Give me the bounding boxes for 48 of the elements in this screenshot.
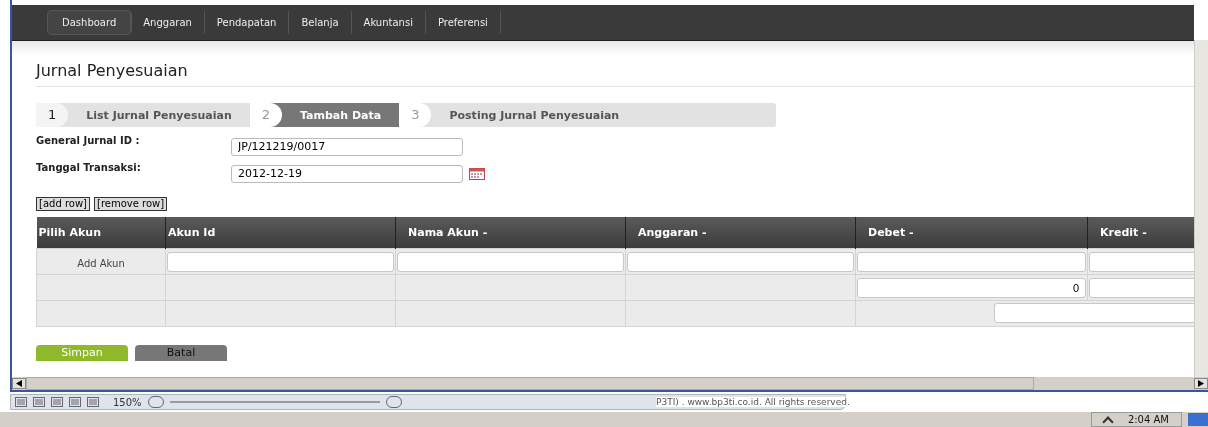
input-field[interactable] [857,251,1086,272]
input-field[interactable] [1089,277,1194,298]
input-field[interactable] [167,251,394,272]
wizard-step[interactable]: 2 Tambah Data [249,103,400,127]
footer-text: P3TI) . www.bp3ti.co.id. All rights reserved. [656,397,850,408]
step-label: List Jurnal Penyesuaian [85,108,232,122]
column-header[interactable]: Nama Akun - [395,217,626,248]
scroll-left-icon[interactable] [12,378,26,390]
zoom-level: 150% [113,396,142,408]
step-number: 1 [36,103,69,127]
input-field[interactable]: JP/121219/0017 [231,137,463,156]
layout-icon[interactable] [15,397,27,408]
column-header[interactable]: Kredit - [1087,217,1194,248]
row-action-button[interactable]: [remove row] [94,197,168,211]
vertical-scrollbar[interactable] [1194,40,1208,378]
step-number: 3 [399,103,432,127]
wizard-step[interactable]: 1 List Jurnal Penyesuaian [36,103,250,127]
calendar-icon[interactable] [469,167,485,180]
input-field[interactable] [627,251,854,272]
nav-tab[interactable]: Pendapatan [204,11,290,34]
scroll-right-icon[interactable] [1194,378,1208,390]
add-account-link[interactable]: Add Akun [77,257,125,269]
input-field[interactable]: 0 [857,277,1086,298]
nav-tab[interactable]: Akuntansi [351,11,426,34]
input-field[interactable] [994,303,1194,323]
field-label: Tanggal Transaksi: [36,161,142,173]
column-header[interactable]: Akun Id [165,217,396,248]
wizard-step[interactable]: 3 Posting Jurnal Penyesuaian [399,103,638,127]
field-label: General Jurnal ID : [36,134,141,146]
nav-tab[interactable]: Belanja [289,11,352,34]
step-label: Posting Jurnal Penyesuaian [448,108,620,122]
page-title: Jurnal Penyesuaian [36,61,1194,87]
row-action-button[interactable]: [add row] [36,197,90,211]
input-field[interactable] [397,251,624,272]
horizontal-scrollbar[interactable] [10,377,1208,393]
clock: 2:04 AM [1127,414,1169,425]
input-field[interactable] [1089,251,1194,272]
input-field[interactable]: 2012-12-19 [231,164,463,183]
column-header[interactable]: Debet - [855,217,1088,248]
nav-tab[interactable]: Preferensi [425,11,501,34]
nav-tab[interactable]: Dashboard [48,11,132,34]
column-header[interactable]: Pilih Akun [36,217,166,248]
cancel-button[interactable]: Batal [135,344,227,361]
step-label: Tambah Data [299,108,382,122]
layout-icon[interactable] [33,397,45,408]
step-number: 2 [249,103,282,127]
column-header[interactable]: Anggaran - [625,217,856,248]
nav-tab[interactable]: Anggaran [131,11,205,34]
